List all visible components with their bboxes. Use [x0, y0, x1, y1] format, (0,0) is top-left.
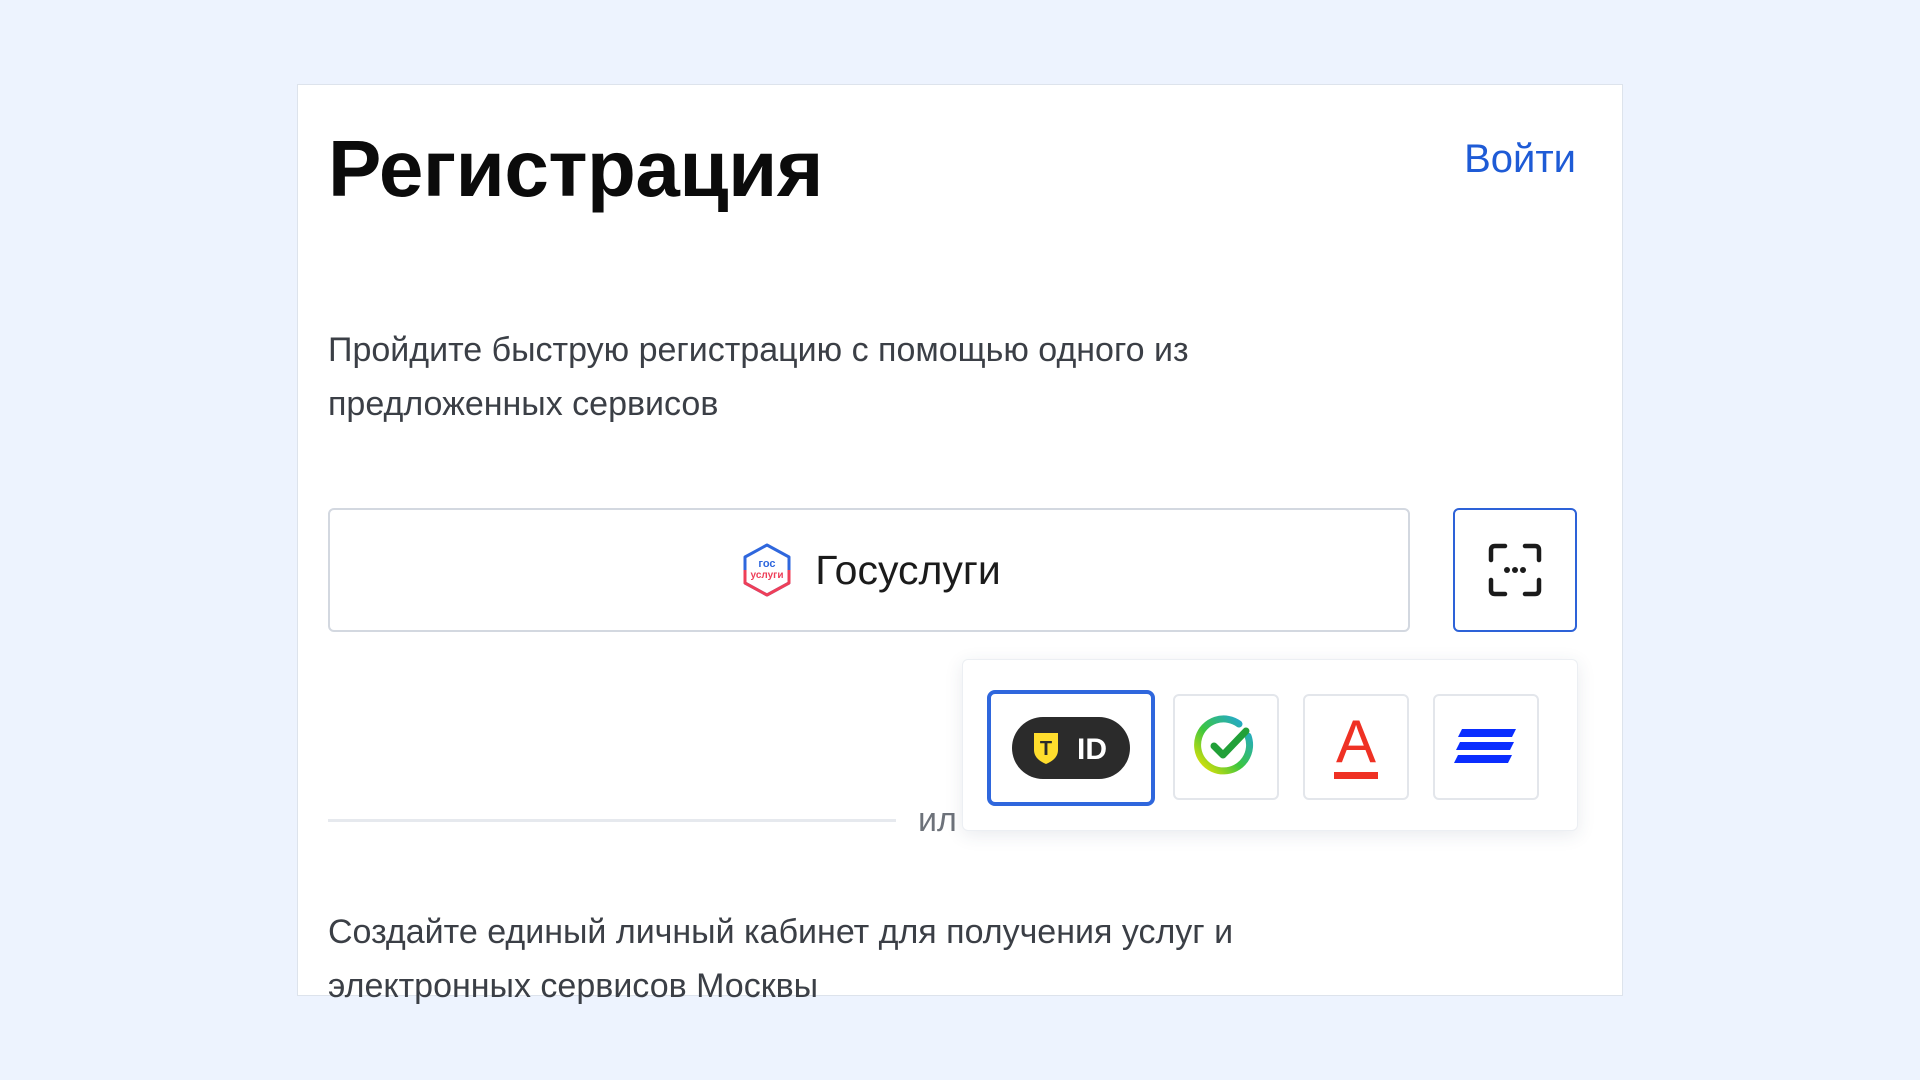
tid-badge-letter: T: [1040, 738, 1052, 760]
scan-qr-icon: [1488, 543, 1542, 597]
divider-text: ил: [918, 801, 957, 839]
page-title: Регистрация: [328, 124, 823, 213]
alfa-letter: А: [1336, 710, 1376, 775]
gosuslugi-button-label: Госуслуги: [815, 546, 1001, 593]
provider-option-vtb[interactable]: [1433, 694, 1539, 800]
tid-id-text: ID: [1077, 733, 1107, 766]
registration-card: Регистрация Войти Пройдите быструю регис…: [297, 84, 1623, 1005]
provider-option-alfa[interactable]: А: [1303, 694, 1409, 800]
gosuslugi-button[interactable]: гос услуги Госуслуги: [328, 508, 1410, 632]
scan-qr-button[interactable]: [1453, 508, 1577, 632]
alfa-a-icon: А: [1334, 710, 1378, 779]
gos-logo-text-top: гос: [759, 558, 776, 570]
footer-text: Создайте единый личный кабинет для получ…: [328, 913, 1234, 1005]
login-link[interactable]: Войти: [1464, 137, 1576, 182]
gosuslugi-logo-icon: гос услуги: [743, 543, 791, 597]
intro-text: Пройдите быструю регистрацию с помощью о…: [328, 331, 1189, 423]
vtb-stripes-icon: [1454, 729, 1516, 763]
provider-option-tid[interactable]: T ID: [987, 690, 1155, 806]
divider-line: [328, 819, 896, 822]
provider-option-sber[interactable]: [1173, 694, 1279, 800]
tinkoff-id-icon: T ID: [1012, 717, 1130, 779]
gos-logo-text-bottom: услуги: [751, 570, 784, 581]
providers-popup: T ID А: [962, 659, 1578, 831]
sber-check-icon: [1194, 715, 1254, 775]
